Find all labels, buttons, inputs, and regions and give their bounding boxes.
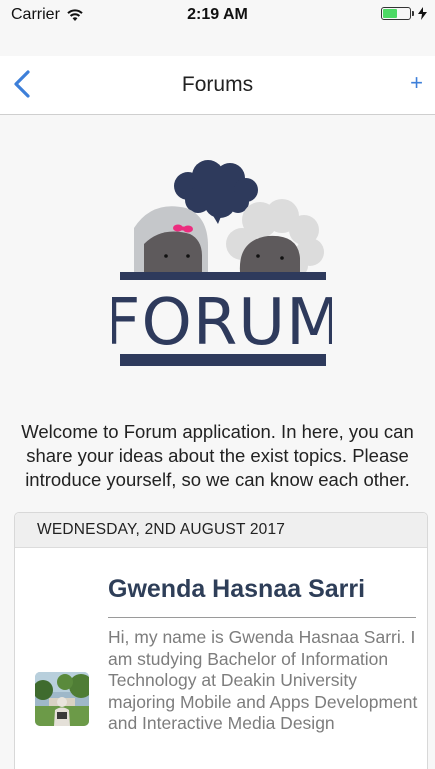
charging-bolt-icon bbox=[418, 7, 427, 20]
clock: 2:19 AM bbox=[187, 6, 248, 23]
battery-fill bbox=[383, 9, 397, 18]
post-card[interactable]: WEDNESDAY, 2ND AUGUST 2017 Gwenda Hasnaa… bbox=[14, 512, 428, 769]
forum-logo: FORUM bbox=[112, 160, 332, 366]
welcome-message: Welcome to Forum application. In here, y… bbox=[21, 421, 414, 490]
post-body: Hi, my name is Gwenda Hasnaa Sarri. I am… bbox=[108, 627, 418, 733]
logo-wordmark: FORUM bbox=[112, 286, 332, 360]
add-topic-button[interactable]: + bbox=[410, 70, 423, 96]
profile-photo-icon bbox=[35, 672, 89, 726]
navigation-bar: Forums + bbox=[0, 56, 435, 115]
author-divider bbox=[108, 617, 416, 618]
left-character-icon bbox=[134, 206, 208, 272]
battery-indicator bbox=[381, 7, 427, 20]
post-author: Gwenda Hasnaa Sarri bbox=[108, 575, 366, 603]
battery-icon bbox=[381, 7, 414, 20]
avatar[interactable] bbox=[35, 672, 89, 726]
page-title: Forums bbox=[181, 73, 254, 96]
forums-screen: Carrier 2:19 AM Forums + FORUM Welcome t… bbox=[0, 0, 435, 769]
post-date-header: WEDNESDAY, 2ND AUGUST 2017 bbox=[15, 513, 427, 548]
status-bar: Carrier 2:19 AM bbox=[0, 0, 435, 32]
